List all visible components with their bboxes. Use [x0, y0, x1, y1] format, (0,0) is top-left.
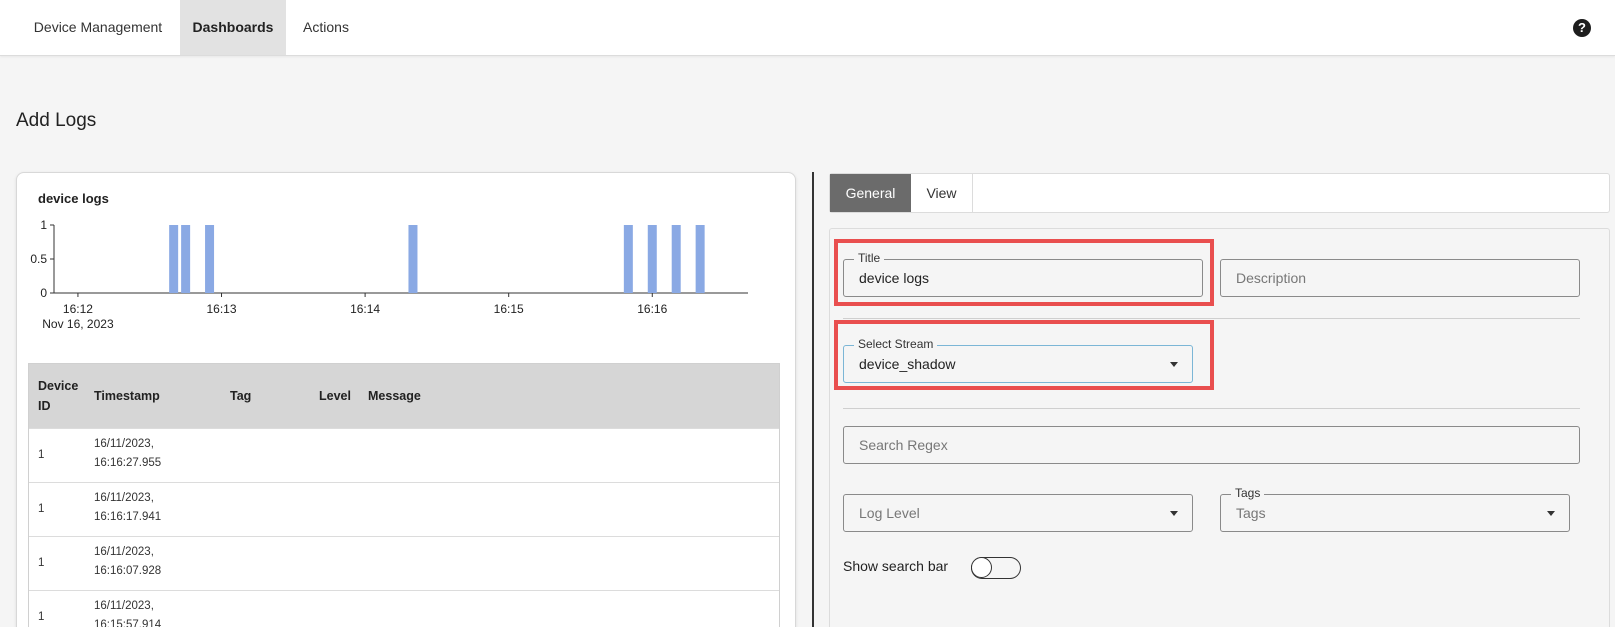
chevron-down-icon: [1170, 511, 1178, 516]
cell-device-id: 1: [38, 611, 45, 623]
top-navigation: Device Management Dashboards Actions ?: [0, 0, 1615, 56]
show-search-bar-label: Show search bar: [843, 558, 949, 574]
cell-timestamp-time: 16:16:17.941: [94, 511, 162, 523]
cell-timestamp-time: 16:15:57.914: [94, 619, 162, 627]
card-title: device logs: [38, 191, 109, 206]
chart-bar: [181, 225, 191, 293]
chart-bar: [695, 225, 705, 293]
tags-placeholder: Tags: [1236, 505, 1266, 521]
cell-device-id: 1: [38, 449, 45, 461]
y-tick-label: 0: [40, 286, 47, 300]
nav-tab-dashboards[interactable]: Dashboards: [180, 0, 286, 55]
panel-divider: [812, 172, 814, 627]
chart-bar: [671, 225, 681, 293]
page-title: Add Logs: [16, 110, 97, 131]
config-tabs: General View: [829, 173, 1610, 213]
y-tick-label: 0.5: [30, 252, 47, 266]
stream-highlight-box: [834, 320, 1214, 390]
cell-timestamp-date: 16/11/2023,: [94, 600, 154, 612]
title-highlight-box: [834, 239, 1214, 306]
header-device-id: Device ID: [38, 379, 79, 413]
chart-bar: [623, 225, 633, 293]
header-timestamp: Timestamp: [94, 389, 160, 403]
table-body: 1 16/11/2023, 16:16:27.955 1 16/11/2023, 16:1…: [29, 428, 779, 627]
show-search-bar-toggle[interactable]: [971, 557, 1021, 579]
description-placeholder: Description: [1236, 270, 1307, 286]
cell-timestamp-date: 16/11/2023,: [94, 438, 154, 450]
x-tick-label: 16:14: [350, 302, 380, 316]
table-row[interactable]: 1 16/11/2023, 16:16:07.928: [29, 536, 779, 590]
chart-bar: [169, 225, 179, 293]
header-message: Message: [368, 389, 421, 403]
x-tick-label: 16:16: [637, 302, 667, 316]
header-level: Level: [319, 389, 351, 403]
cell-timestamp-date: 16/11/2023,: [94, 492, 154, 504]
cell-timestamp-time: 16:16:07.928: [94, 565, 162, 577]
search-regex-input[interactable]: Search Regex: [843, 426, 1580, 464]
search-regex-placeholder: Search Regex: [859, 437, 948, 453]
y-tick-label: 1: [40, 218, 47, 232]
cell-timestamp-time: 16:16:27.955: [94, 457, 162, 469]
x-tick-label: 16:12: [63, 302, 93, 316]
table-row[interactable]: 1 16/11/2023, 16:16:17.941: [29, 482, 779, 536]
tab-general[interactable]: General: [830, 174, 911, 212]
help-icon[interactable]: ?: [1573, 19, 1591, 37]
chart-bar: [205, 225, 215, 293]
form-separator: [843, 408, 1580, 409]
cell-device-id: 1: [38, 557, 45, 569]
x-tick-label: 16:15: [494, 302, 524, 316]
chart-bar: [408, 225, 418, 293]
header-tag: Tag: [230, 389, 252, 403]
log-level-dropdown[interactable]: Log Level: [843, 494, 1193, 532]
chevron-down-icon: [1547, 511, 1555, 516]
table-row[interactable]: 1 16/11/2023, 16:16:27.955: [29, 428, 779, 482]
logs-table: Device ID Timestamp Tag Level Message 11…: [28, 363, 780, 627]
form-separator: [843, 318, 1580, 319]
log-histogram-chart: 1 0.5 0 16:12Nov 16, 2023 16:13 16:14 16:15 16:…: [30, 218, 748, 331]
nav-tab-actions[interactable]: Actions: [288, 0, 364, 55]
table-row[interactable]: 1 16/11/2023, 16:15:57.914: [29, 590, 779, 627]
x-tick-label: 16:13: [207, 302, 237, 316]
toggle-knob: [971, 557, 992, 578]
x-date-label: Nov 16, 2023: [42, 317, 114, 331]
tags-dropdown[interactable]: Tags Tags: [1220, 486, 1570, 532]
log-level-placeholder: Log Level: [859, 505, 920, 521]
table-header: Device ID Timestamp Tag Level Message: [29, 364, 779, 428]
description-field[interactable]: Description: [1220, 259, 1580, 297]
cell-device-id: 1: [38, 503, 45, 515]
cell-timestamp-date: 16/11/2023,: [94, 546, 154, 558]
chart-bar: [647, 225, 657, 293]
tab-view[interactable]: View: [911, 174, 973, 212]
logs-preview-card: device logs 1 0.5 0 16:12 Nov 16, 2023 16:13 1…: [16, 172, 796, 627]
nav-tab-device-management[interactable]: Device Management: [18, 0, 178, 55]
